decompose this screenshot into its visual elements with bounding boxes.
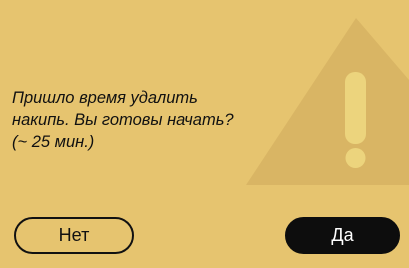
- message-line-1: Пришло время удалить: [12, 89, 198, 107]
- message-line-2: накипь. Вы готовы начать?: [12, 111, 234, 129]
- yes-button[interactable]: Да: [285, 217, 400, 254]
- descale-message: Пришло время удалить накипь. Вы готовы н…: [12, 87, 292, 153]
- no-button[interactable]: Нет: [14, 217, 134, 254]
- descale-prompt-screen: Пришло время удалить накипь. Вы готовы н…: [0, 0, 409, 268]
- message-line-3: (~ 25 мин.): [12, 133, 95, 151]
